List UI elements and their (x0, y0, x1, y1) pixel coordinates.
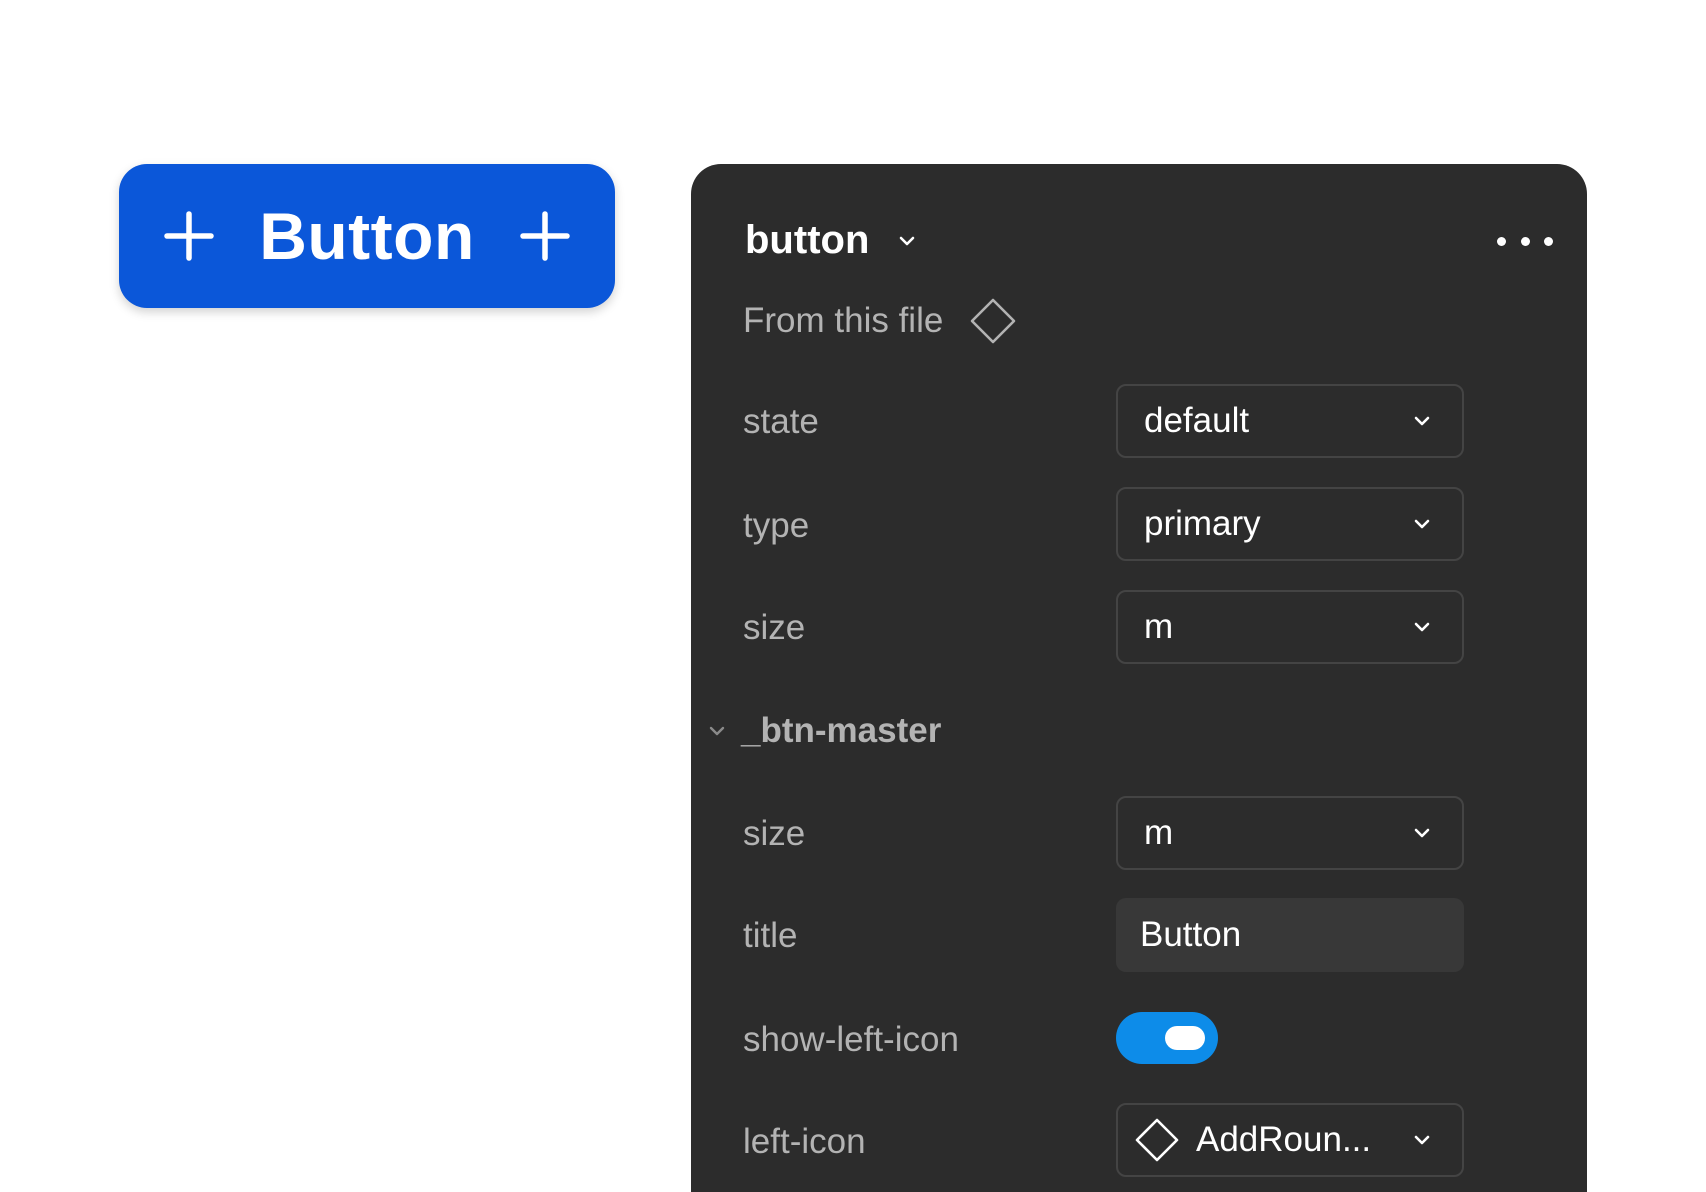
type-select[interactable]: primary (1116, 487, 1464, 561)
prop-label-title: title (743, 916, 798, 955)
prop-label-show-left-icon: show-left-icon (743, 1020, 959, 1059)
master-size-select[interactable]: m (1116, 796, 1464, 870)
master-size-select-value: m (1144, 813, 1174, 852)
more-options-button[interactable] (1497, 226, 1553, 256)
component-diamond-icon[interactable] (969, 297, 1017, 345)
plus-icon (520, 211, 570, 261)
component-source: From this file (743, 297, 1017, 345)
component-name-dropdown[interactable]: button (745, 218, 917, 263)
type-select-value: primary (1144, 504, 1261, 543)
prop-label-master-size: size (743, 814, 806, 853)
section-btn-master-toggle[interactable]: _btn-master (707, 711, 941, 751)
show-left-icon-toggle[interactable] (1116, 1012, 1218, 1064)
size-select-value: m (1144, 607, 1174, 646)
chevron-down-icon (1414, 622, 1430, 632)
prop-label-size: size (743, 608, 806, 647)
source-text: From this file (743, 301, 944, 340)
more-horizontal-icon-dot (1520, 236, 1530, 246)
prop-label-left-icon: left-icon (743, 1122, 866, 1161)
preview-button-label: Button (259, 199, 475, 273)
canvas: Button button From this file state defau (0, 0, 1706, 1192)
chevron-down-icon (1414, 519, 1430, 529)
more-horizontal-icon-dot (1544, 236, 1553, 246)
state-select-value: default (1144, 401, 1250, 440)
component-diamond-icon (1135, 1118, 1179, 1162)
toggle-knob (1165, 1026, 1205, 1050)
left-icon-select-value: AddRoun... (1196, 1120, 1372, 1159)
more-horizontal-icon (1497, 236, 1506, 246)
chevron-down-icon (1414, 828, 1430, 838)
state-select[interactable]: default (1116, 384, 1464, 458)
preview-button[interactable]: Button (119, 164, 615, 308)
chevron-down-icon (1414, 1135, 1430, 1145)
chevron-down-icon (900, 236, 915, 245)
left-icon-select[interactable]: AddRoun... (1116, 1103, 1464, 1177)
prop-label-type: type (743, 506, 810, 545)
properties-panel: button From this file state default type (691, 164, 1587, 1192)
panel-title: button (745, 218, 870, 262)
chevron-down-icon (709, 726, 725, 736)
size-select[interactable]: m (1116, 590, 1464, 664)
section-title: _btn-master (741, 711, 942, 750)
title-input-value: Button (1140, 915, 1242, 954)
plus-icon (164, 211, 214, 261)
chevron-down-icon (1414, 416, 1430, 426)
prop-label-state: state (743, 402, 819, 441)
title-input[interactable]: Button (1116, 898, 1464, 972)
